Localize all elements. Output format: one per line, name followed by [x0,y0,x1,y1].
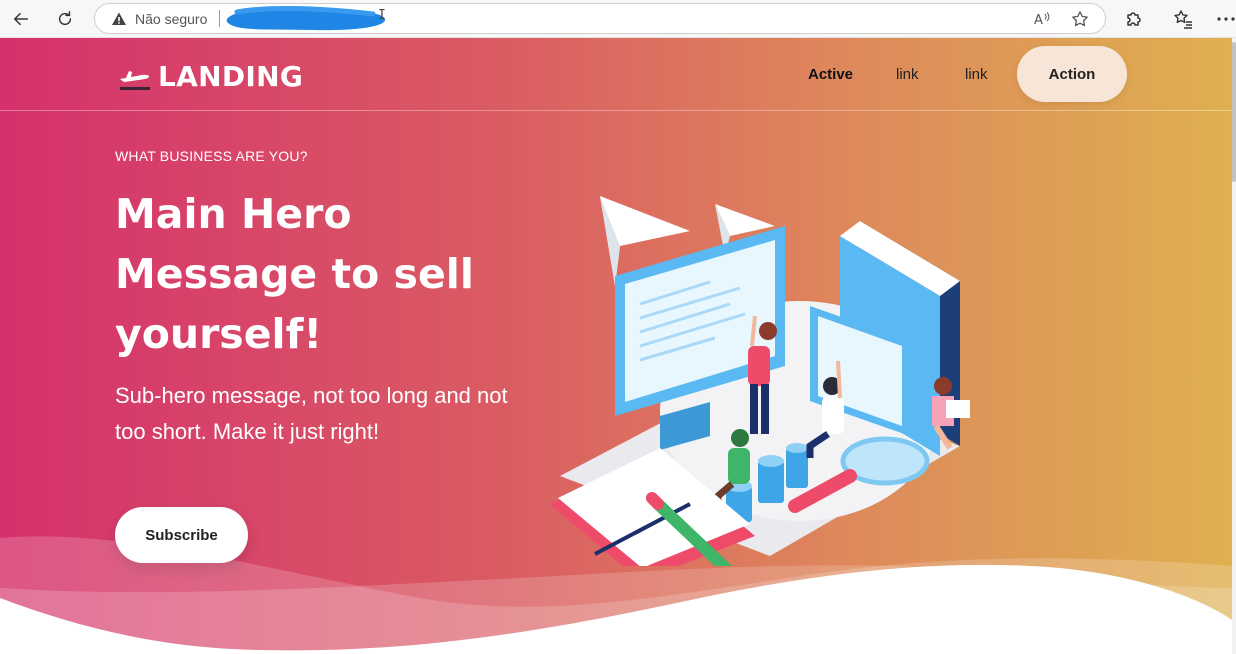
landing-page: LANDING Active link link Action WHAT BUS… [0,38,1232,654]
puzzle-icon[interactable] [1124,9,1144,29]
text-cursor-icon: I [378,8,386,23]
address-bar[interactable]: Não seguro I A [94,3,1106,34]
scrollbar-thumb[interactable] [1232,42,1236,182]
logo-text: LANDING [158,59,304,93]
nav-link-2[interactable]: link [896,66,919,83]
reload-button[interactable] [50,5,80,33]
warning-triangle-icon [112,12,126,25]
redacted-url-scribble [226,5,386,31]
svg-text:A: A [1034,13,1043,28]
site-logo[interactable]: LANDING [118,58,303,94]
more-icon[interactable] [1216,9,1236,29]
nav-link-3[interactable]: link [965,66,988,83]
back-button[interactable] [6,5,36,33]
favorites-list-icon[interactable] [1173,9,1193,29]
header-divider [0,110,1232,111]
security-status-label[interactable]: Não seguro [135,11,207,27]
airplane-takeoff-icon [120,71,150,90]
hero-wave-divider [0,536,1232,654]
hero-subtitle: Sub-hero message, not too long and not t… [115,383,508,444]
star-icon[interactable] [1071,10,1089,28]
hero-illustration [550,196,970,566]
read-aloud-icon[interactable]: A [1033,10,1051,28]
reload-icon [58,11,72,26]
hero-eyebrow: WHAT BUSINESS ARE YOU? [115,148,308,164]
arrow-left-icon [13,12,29,26]
address-separator [219,10,220,27]
browser-toolbar: Não seguro I A [0,0,1236,38]
action-button[interactable]: Action [1017,46,1127,102]
hero-title: Main Hero Message to sell yourself! [115,190,474,358]
nav-link-active[interactable]: Active [808,66,853,83]
